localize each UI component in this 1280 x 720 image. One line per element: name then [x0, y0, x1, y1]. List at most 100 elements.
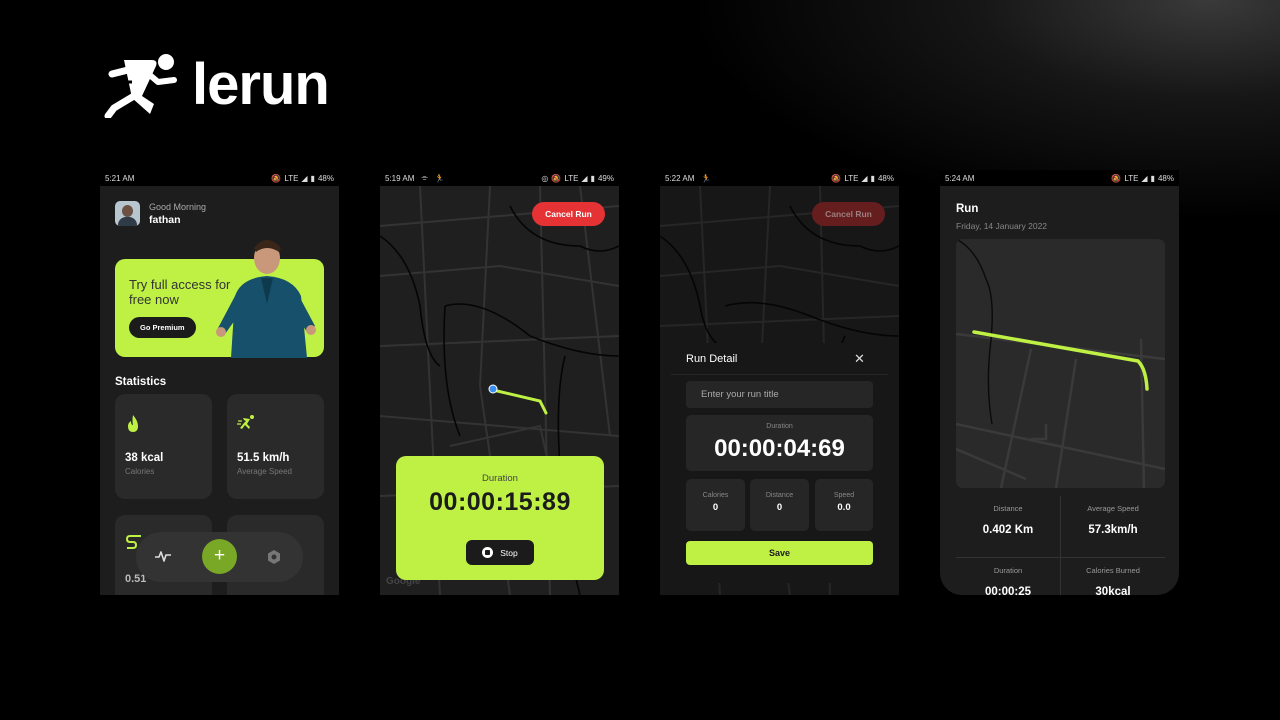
mute-icon: 🔕: [1111, 173, 1122, 183]
battery-level: 48%: [317, 173, 334, 183]
runner-status-icon: 🏃: [701, 173, 712, 183]
premium-banner: Try full access for free now Go Premium: [115, 240, 324, 358]
calories-metric: Calories 0: [686, 479, 745, 531]
cancel-run-button: Cancel Run: [812, 202, 885, 226]
duration-metric: Duration 00:00:25: [956, 558, 1060, 595]
avatar[interactable]: [115, 201, 140, 226]
signal-icon: ◢: [301, 173, 308, 183]
gear-icon[interactable]: [266, 549, 282, 565]
running-man-icon: [237, 415, 254, 429]
metric-value: 57.3km/h: [1088, 524, 1138, 536]
runner-photo: [216, 240, 316, 358]
calories-burned-metric: Calories Burned 30kcal: [1061, 558, 1165, 595]
run-date: Friday, 14 January 2022: [956, 221, 1048, 231]
status-bar: 5:24 AM 🔕 LTE ◢ ▮ 48%: [940, 170, 1179, 186]
battery-level: 48%: [877, 173, 894, 183]
divider: [671, 374, 888, 375]
duration-label: Duration: [482, 473, 518, 484]
stop-button[interactable]: Stop: [466, 540, 534, 565]
average-speed-value: 51.5 km/h: [237, 452, 290, 464]
bottom-nav: +: [136, 532, 303, 582]
metric-value: 0.402 Km: [982, 524, 1034, 536]
metric-value: 00:00:25: [984, 586, 1032, 595]
metric-value: 0.0: [837, 502, 851, 513]
flame-icon: [128, 415, 138, 432]
status-bar: 5:21 AM 🔕 LTE ◢ ▮ 48%: [100, 170, 339, 186]
battery-icon: ▮: [590, 173, 595, 183]
runner-status-icon: 🏃: [434, 173, 445, 183]
metric-label: Distance: [993, 504, 1023, 513]
network-label: LTE: [1124, 173, 1139, 183]
battery-icon: ▮: [870, 173, 875, 183]
brand-name: lerun: [192, 52, 330, 117]
distance-metric: Distance 0.402 Km: [956, 496, 1060, 536]
metric-label: Speed: [833, 492, 855, 499]
duration-label: Duration: [766, 423, 793, 430]
battery-level: 49%: [597, 173, 614, 183]
add-run-button[interactable]: +: [202, 539, 237, 574]
run-title-input[interactable]: [686, 381, 873, 408]
metric-label: Calories: [702, 492, 729, 499]
distance-metric: Distance 0: [750, 479, 809, 531]
calories-card[interactable]: 38 kcal Calories: [115, 394, 212, 499]
user-name: fathan: [149, 213, 181, 226]
wifi-off-icon: ⌯: [421, 173, 428, 182]
metric-label: Average Speed: [1087, 504, 1139, 513]
status-bar: 5:19 AM ⌯ 🏃 ◎ 🔕 LTE ◢ ▮ 49%: [380, 170, 619, 186]
metric-label: Calories Burned: [1086, 566, 1140, 575]
status-time: 5:19 AM: [385, 173, 415, 183]
run-summary-screen: 5:24 AM 🔕 LTE ◢ ▮ 48% Run Friday, 14 Jan…: [940, 170, 1179, 595]
cancel-run-button[interactable]: Cancel Run: [532, 202, 605, 226]
battery-icon: ▮: [1150, 173, 1155, 183]
status-time: 5:24 AM: [945, 173, 975, 183]
modal-title: Run Detail: [686, 353, 738, 365]
battery-level: 48%: [1157, 173, 1174, 183]
signal-icon: ◢: [861, 173, 868, 183]
calories-value: 38 kcal: [125, 452, 164, 464]
activity-icon[interactable]: [154, 547, 172, 565]
brand-header: lerun: [104, 52, 330, 118]
network-label: LTE: [564, 173, 579, 183]
status-bar: 5:22 AM 🏃 🔕 LTE ◢ ▮ 48%: [660, 170, 899, 186]
calories-label: Calories: [125, 467, 155, 476]
close-icon[interactable]: ✕: [854, 351, 865, 367]
mute-icon: 🔕: [831, 173, 842, 183]
metric-value: 0: [712, 502, 719, 513]
duration-timer: 00:00:04:69: [714, 435, 845, 462]
speed-metric: Speed 0.0: [815, 479, 873, 531]
average-speed-metric: Average Speed 57.3km/h: [1061, 496, 1165, 536]
network-label: LTE: [844, 173, 859, 183]
network-label: LTE: [284, 173, 299, 183]
metric-label: Distance: [765, 492, 794, 499]
metric-value: 30kcal: [1095, 586, 1131, 595]
metric-value: 0: [776, 502, 783, 513]
battery-icon: ▮: [310, 173, 315, 183]
statistics-title: Statistics: [115, 376, 167, 388]
run-metrics-grid: Distance 0.402 Km Average Speed 57.3km/h…: [956, 496, 1165, 595]
route-map[interactable]: [956, 239, 1165, 488]
metric-label: Duration: [993, 566, 1023, 575]
average-speed-label: Average Speed: [237, 467, 293, 476]
tracking-screen: 5:19 AM ⌯ 🏃 ◎ 🔕 LTE ◢ ▮ 49% Cancel Run D…: [380, 170, 619, 595]
duration-timer: 00:00:15:89: [429, 488, 571, 516]
status-time: 5:21 AM: [105, 173, 135, 183]
greeting-text: Good Morning: [149, 201, 207, 212]
location-icon: ◎: [541, 173, 549, 183]
status-time: 5:22 AM: [665, 173, 695, 183]
mute-icon: 🔕: [271, 173, 282, 183]
run-detail-modal: Run Detail ✕ Duration 00:00:04:69 Calori…: [671, 343, 888, 583]
signal-icon: ◢: [581, 173, 588, 183]
stop-label: Stop: [500, 547, 518, 558]
signal-icon: ◢: [1141, 173, 1148, 183]
go-premium-button[interactable]: Go Premium: [129, 317, 196, 338]
duration-card: Duration 00:00:15:89 Stop: [396, 456, 604, 580]
page-title: Run: [956, 203, 979, 215]
home-screen: 5:21 AM 🔕 LTE ◢ ▮ 48% Good Morning fatha…: [100, 170, 339, 595]
run-detail-screen: 5:22 AM 🏃 🔕 LTE ◢ ▮ 48% Cancel Run Run D…: [660, 170, 899, 595]
average-speed-card[interactable]: 51.5 km/h Average Speed: [227, 394, 324, 499]
stop-icon: [482, 547, 494, 558]
mute-icon: 🔕: [551, 173, 562, 183]
save-button[interactable]: Save: [686, 541, 873, 565]
duration-box: Duration 00:00:04:69: [686, 415, 873, 471]
running-man-icon: [104, 54, 177, 118]
